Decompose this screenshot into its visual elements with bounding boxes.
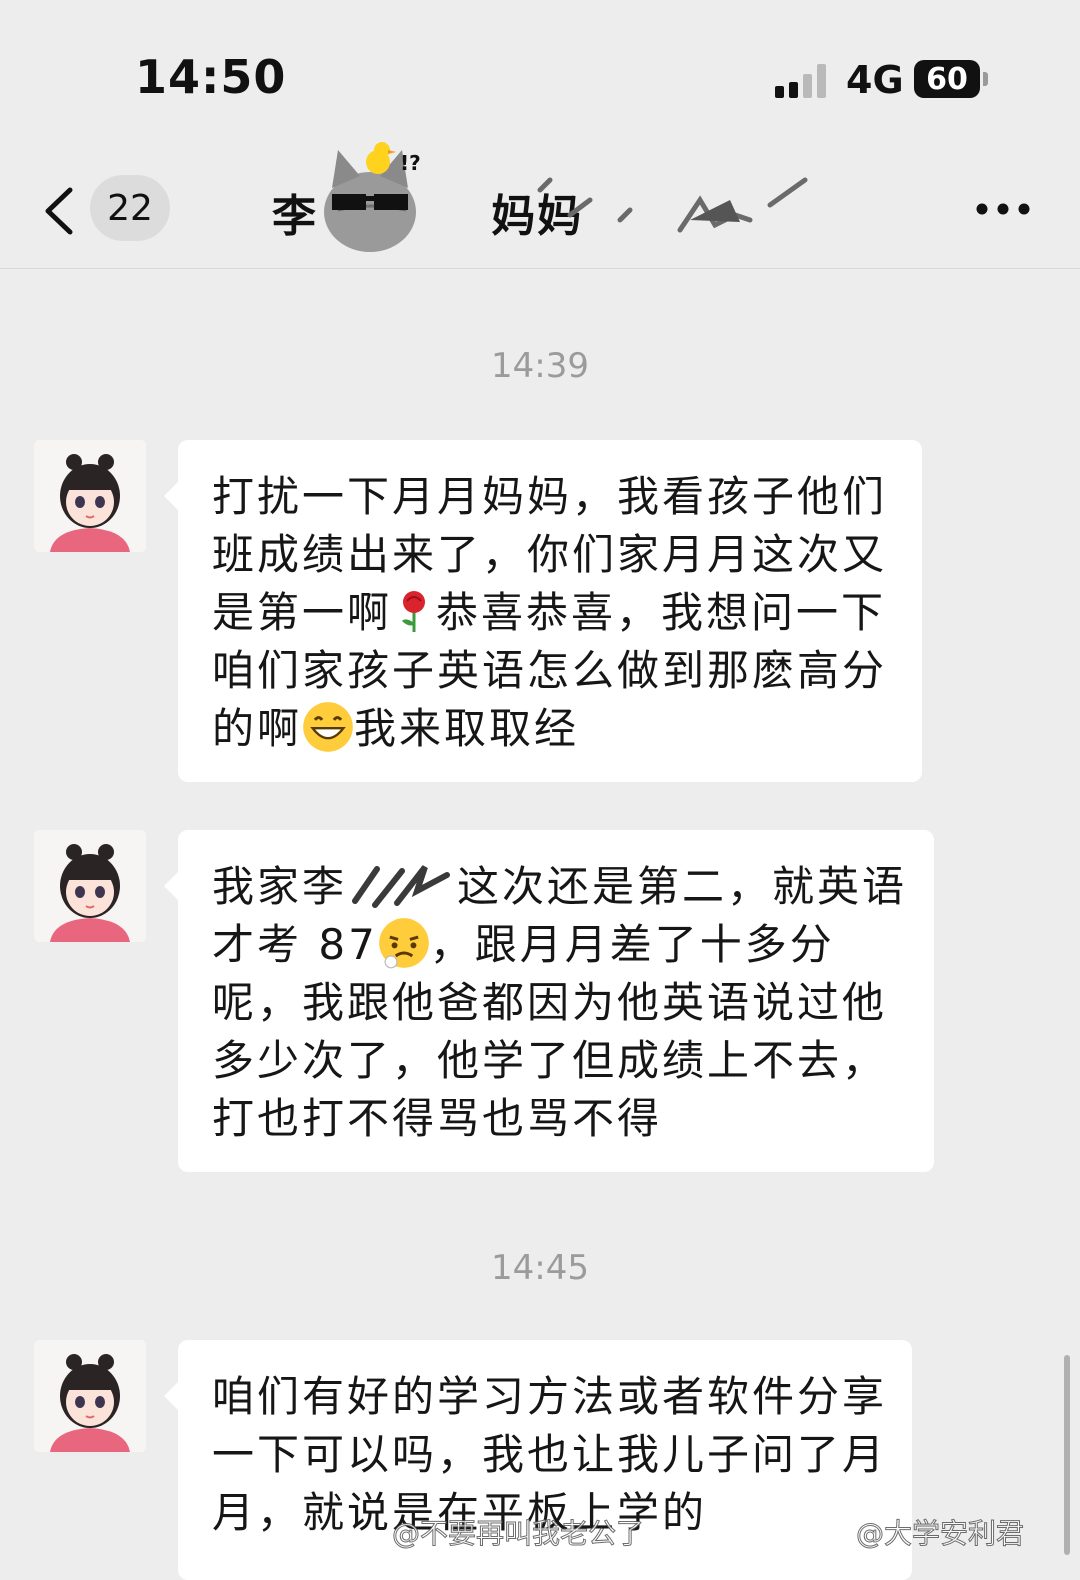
sad-emoji bbox=[378, 918, 429, 969]
redacted-scribble bbox=[537, 177, 808, 233]
message-text: 我家李 bbox=[212, 862, 348, 911]
grin-emoji bbox=[303, 702, 353, 752]
message-bubble[interactable]: 打扰一下月月妈妈，我看孩子他们班成绩出来了，你们家月月这次又是第一啊 恭喜恭喜，我… bbox=[164, 440, 922, 782]
timestamp: 14:39 bbox=[491, 346, 589, 386]
back-chevron-icon[interactable] bbox=[40, 186, 76, 236]
more-options-icon[interactable] bbox=[975, 202, 1031, 216]
scrollbar[interactable] bbox=[1064, 1355, 1070, 1555]
chat-header: 22 李 妈妈 !? bbox=[0, 142, 1080, 269]
avatar[interactable] bbox=[34, 440, 146, 552]
girl-avatar-icon bbox=[34, 830, 146, 942]
battery-level: 60 bbox=[926, 61, 968, 97]
watermark: @不要再叫我老公了 bbox=[391, 1517, 645, 1551]
battery-tip bbox=[983, 72, 988, 86]
unread-count-badge[interactable]: 22 bbox=[90, 175, 170, 241]
status-time: 14:50 bbox=[135, 50, 287, 104]
avatar[interactable] bbox=[34, 830, 146, 942]
girl-avatar-icon bbox=[34, 440, 146, 552]
signal-icon bbox=[775, 64, 826, 98]
message-text: 我来取取经 bbox=[354, 704, 580, 753]
girl-avatar-icon bbox=[34, 1340, 146, 1452]
svg-text:!?: !? bbox=[400, 151, 421, 175]
message-bubble[interactable]: 我家李 这次还是第二，就英语才考 87 ，跟月月差了十多分呢，我跟他爸都因为他英语说… bbox=[164, 830, 934, 1172]
rose-emoji bbox=[402, 591, 426, 632]
network-type: 4G bbox=[846, 58, 904, 102]
redacted-scribble bbox=[352, 865, 451, 908]
chat-title-prefix: 李 bbox=[272, 191, 318, 242]
watermark: @大学安利君 bbox=[855, 1517, 1025, 1551]
timestamp: 14:45 bbox=[491, 1248, 589, 1288]
battery-icon: 60 bbox=[914, 60, 980, 98]
cat-sunglasses-sticker-icon: !? bbox=[324, 142, 421, 252]
avatar[interactable] bbox=[34, 1340, 146, 1452]
